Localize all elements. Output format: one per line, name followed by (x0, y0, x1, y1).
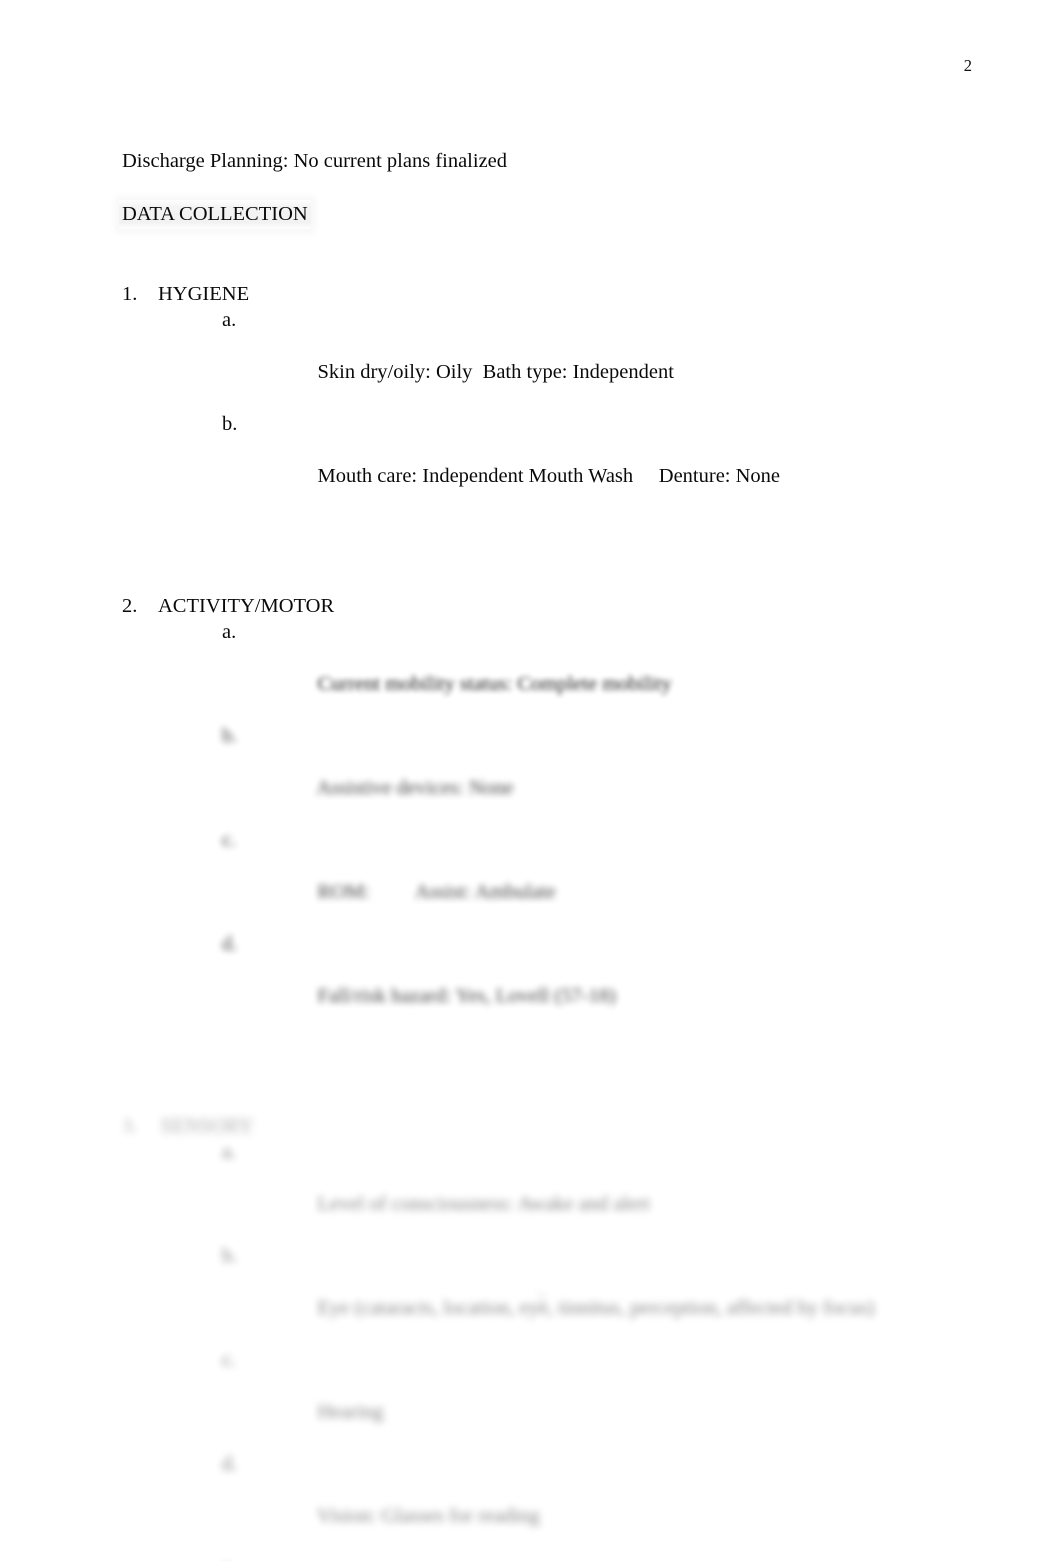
document-page: 2 Discharge Planning: No current plans f… (0, 0, 1062, 1561)
section-2: 2. ACTIVITY/MOTOR a. Current mobility st… (122, 593, 922, 1035)
list-item: d. Fall/risk hazard: Yes, Lovell (57-18) (222, 931, 922, 1035)
list-item-marker: b. (222, 725, 238, 747)
list-item-text: Mouth care: Independent Mouth Wash Dentu… (317, 465, 781, 487)
list-item-marker: b. (222, 1245, 238, 1267)
list-item-marker: d. (222, 933, 238, 955)
list-item: a. Level of consciousness: Awake and ale… (222, 1139, 922, 1243)
list-item: e. speech: Speaks English (222, 1555, 922, 1561)
section-2-title: ACTIVITY/MOTOR (158, 595, 335, 617)
list-item-marker: a. (222, 1141, 237, 1163)
list-item-marker: b. (222, 413, 238, 435)
bottom-page-artifact: 3 (536, 1289, 546, 1310)
list-item-marker: c. (222, 829, 237, 851)
section-3-heading-item: 3. SENSORY a. Level of consciousness: Aw… (122, 1113, 922, 1561)
list-item-marker: a. (222, 621, 237, 643)
section-1-marker: 1. (122, 283, 138, 305)
list-item: c. ROM: Assist: Ambulate (222, 827, 922, 931)
document-body: Discharge Planning: No current plans fin… (119, 148, 922, 1561)
list-item: b. Eye (cataracts, location, eye, tinnit… (222, 1243, 922, 1347)
list-item-text: Assistive devices: None (316, 777, 514, 799)
list-item-text: Vision: Glasses for reading (317, 1505, 540, 1527)
data-collection-heading-row: DATA COLLECTION (119, 200, 922, 229)
page-number: 2 (963, 56, 972, 75)
section-3-title: SENSORY (158, 1114, 256, 1139)
list-item: b. Assistive devices: None (222, 723, 922, 827)
list-item-marker: e. (222, 1555, 248, 1561)
list-item-text: Hearing (317, 1401, 384, 1423)
list-item-text: ROM: Assist: Ambulate (317, 881, 556, 903)
list-item-text: Level of consciousness: Awake and alert (317, 1193, 650, 1215)
section-2-heading-item: 2. ACTIVITY/MOTOR a. Current mobility st… (122, 593, 922, 1035)
list-item: d. Vision: Glasses for reading (222, 1451, 922, 1555)
section-1-items: a. Skin dry/oily: Oily Bath type: Indepe… (158, 307, 922, 515)
list-item-text: Eye (cataracts, location, eye, tinnitus,… (317, 1297, 875, 1319)
section-1: 1. HYGIENE a. Skin dry/oily: Oily Bath t… (122, 281, 922, 515)
section-3: 3. SENSORY a. Level of consciousness: Aw… (122, 1113, 922, 1561)
list-item: a. Skin dry/oily: Oily Bath type: Indepe… (222, 307, 922, 411)
list-item: b. Mouth care: Independent Mouth Wash De… (222, 411, 922, 515)
data-collection-heading: DATA COLLECTION (119, 200, 311, 229)
section-2-items: a. Current mobility status: Complete mob… (158, 619, 922, 1035)
discharge-planning-line: Discharge Planning: No current plans fin… (122, 150, 508, 172)
list-item: c. Hearing (222, 1347, 922, 1451)
section-1-title: HYGIENE (158, 283, 250, 305)
list-item-text: Skin dry/oily: Oily Bath type: Independe… (317, 361, 674, 383)
section-1-heading-item: 1. HYGIENE a. Skin dry/oily: Oily Bath t… (122, 281, 922, 515)
list-item-marker: d. (222, 1453, 238, 1475)
list-item-marker: c. (222, 1349, 237, 1371)
section-2-marker: 2. (122, 595, 138, 617)
list-item-text: Fall/risk hazard: Yes, Lovell (57-18) (317, 985, 616, 1007)
list-item-text: Current mobility status: Complete mobili… (317, 673, 672, 695)
list-item: a. Current mobility status: Complete mob… (222, 619, 922, 723)
section-3-items: a. Level of consciousness: Awake and ale… (158, 1139, 922, 1561)
list-item-marker: a. (222, 309, 237, 331)
section-3-marker: 3. (122, 1115, 138, 1137)
